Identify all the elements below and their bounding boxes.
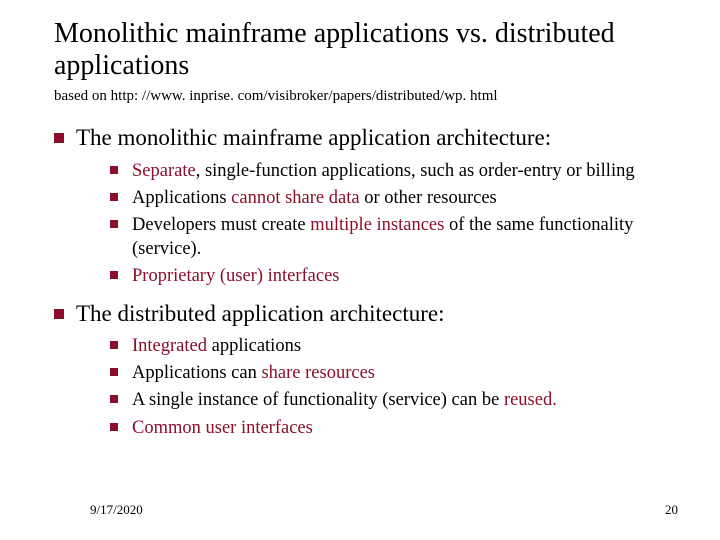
- slide-title: Monolithic mainframe applications vs. di…: [54, 18, 666, 82]
- list-item-text: Common user interfaces: [132, 416, 313, 440]
- section-heading-row: The distributed application architecture…: [54, 299, 666, 329]
- list-item: Integrated applications: [110, 334, 666, 358]
- list-item: Common user interfaces: [110, 416, 666, 440]
- bullet-icon: [54, 133, 64, 143]
- bullet-list: Integrated applications Applications can…: [54, 334, 666, 439]
- list-item-text: Proprietary (user) interfaces: [132, 264, 340, 288]
- slide: Monolithic mainframe applications vs. di…: [0, 0, 720, 540]
- section-heading-row: The monolithic mainframe application arc…: [54, 123, 666, 153]
- bullet-icon: [110, 395, 118, 403]
- list-item: Separate, single-function applications, …: [110, 159, 666, 183]
- list-item-text: Developers must create multiple instance…: [132, 213, 666, 261]
- list-item-text: Applications cannot share data or other …: [132, 186, 497, 210]
- list-item: Applications cannot share data or other …: [110, 186, 666, 210]
- footer-page-number: 20: [665, 502, 678, 518]
- list-item: Developers must create multiple instance…: [110, 213, 666, 261]
- footer-date: 9/17/2020: [90, 502, 143, 518]
- bullet-icon: [110, 193, 118, 201]
- list-item-text: Separate, single-function applications, …: [132, 159, 635, 183]
- bullet-icon: [110, 220, 118, 228]
- bullet-icon: [110, 341, 118, 349]
- list-item: A single instance of functionality (serv…: [110, 388, 666, 412]
- bullet-icon: [110, 423, 118, 431]
- bullet-icon: [110, 271, 118, 279]
- bullet-icon: [110, 166, 118, 174]
- list-item-text: A single instance of functionality (serv…: [132, 388, 557, 412]
- list-item-text: Applications can share resources: [132, 361, 375, 385]
- section-heading: The distributed application architecture…: [76, 299, 445, 329]
- section-heading: The monolithic mainframe application arc…: [76, 123, 551, 153]
- bullet-icon: [54, 309, 64, 319]
- list-item: Applications can share resources: [110, 361, 666, 385]
- slide-subtitle: based on http: //www. inprise. com/visib…: [54, 88, 666, 105]
- list-item-text: Integrated applications: [132, 334, 301, 358]
- bullet-list: Separate, single-function applications, …: [54, 159, 666, 288]
- list-item: Proprietary (user) interfaces: [110, 264, 666, 288]
- bullet-icon: [110, 368, 118, 376]
